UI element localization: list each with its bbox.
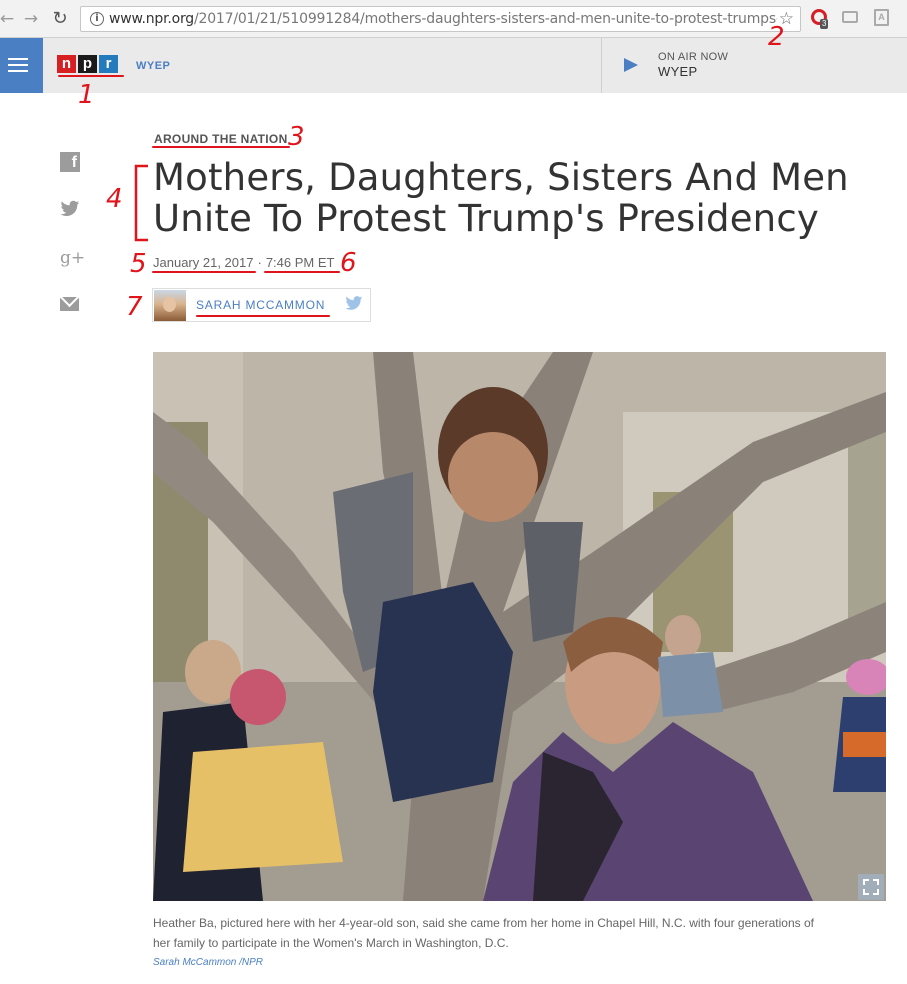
annotation-underline-logo [58,75,124,77]
extension-pdf-icon[interactable]: A [874,9,892,27]
annotation-number-2: 2 [768,22,785,52]
url-host: www.npr.org [109,11,194,27]
article-headline: Mothers, Daughters, Sisters And Men Unit… [153,156,849,240]
expand-image-icon[interactable] [858,874,884,900]
url-path: /2017/01/21/510991284/mothers-daughters-… [193,11,777,27]
url-text[interactable]: www.npr.org/2017/01/21/510991284/mothers… [109,11,777,27]
email-share-icon[interactable] [60,297,80,317]
extension-chat-icon[interactable] [842,9,860,27]
reload-icon[interactable]: ↻ [49,8,71,30]
annotation-number-5: 5 [130,249,147,279]
publish-date: January 21, 2017 [153,255,254,270]
photo-credit: Sarah McCammon /NPR [153,957,264,968]
logo-letter-p: p [78,55,97,73]
publish-time: 7:46 PM ET [265,255,335,270]
photo-scene [153,352,886,901]
annotation-underline-slug [152,146,290,148]
on-air-label: ON AIR NOW [658,51,729,63]
play-icon[interactable] [624,58,638,72]
facebook-share-icon[interactable]: f [60,152,80,172]
annotation-number-7: 7 [126,292,143,322]
logo-letter-r: r [99,55,118,73]
annotation-bracket-headline [134,164,148,242]
back-arrow-icon[interactable]: ← [0,8,18,30]
station-link[interactable]: WYEP [136,60,170,72]
annotation-number-3: 3 [288,122,305,152]
annotation-number-4: 4 [106,184,123,214]
date-separator: · [257,255,262,270]
annotation-underline-time [264,271,340,273]
twitter-share-icon[interactable] [60,200,80,220]
author-name-link[interactable]: SARAH MCCAMMON [196,298,325,312]
extension-adblock-icon[interactable]: 3 [811,9,829,29]
extension-badge: 3 [820,19,829,29]
forward-arrow-icon[interactable]: → [20,8,42,30]
on-air-player[interactable]: ON AIR NOW WYEP [601,38,907,93]
hamburger-menu-icon[interactable] [0,38,43,93]
dateline: January 21, 2017 · 7:46 PM ET [153,255,334,270]
annotation-number-1: 1 [78,80,95,110]
logo-letter-n: n [57,55,76,73]
npr-logo[interactable]: n p r [57,55,120,73]
section-slug[interactable]: AROUND THE NATION [154,132,288,146]
article-photo[interactable] [153,352,886,901]
author-avatar[interactable] [154,290,186,321]
annotation-underline-date [152,271,256,273]
address-bar[interactable]: i www.npr.org/2017/01/21/510991284/mothe… [80,6,801,32]
on-air-station: WYEP [658,64,698,79]
annotation-number-6: 6 [340,248,357,278]
annotation-underline-author [196,315,330,317]
site-info-icon[interactable]: i [90,12,104,26]
author-twitter-icon[interactable] [345,296,363,316]
photo-caption: Heather Ba, pictured here with her 4-yea… [153,916,814,950]
googleplus-share-icon[interactable]: g+ [60,248,85,268]
